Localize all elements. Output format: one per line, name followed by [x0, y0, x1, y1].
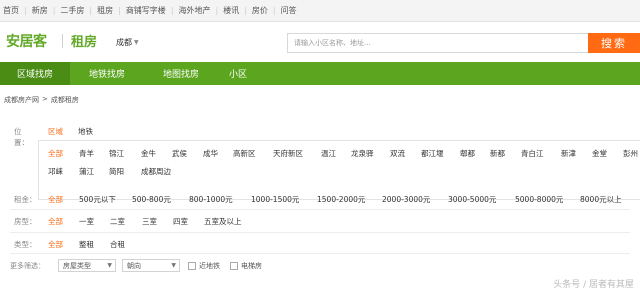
checkbox-icon: [188, 262, 196, 270]
district-xinjin[interactable]: 新津: [561, 148, 576, 159]
room-three[interactable]: 三室: [142, 216, 157, 227]
rent-price-row: 租金： 全部 500元以下 500-800元 800-1000元 1000-15…: [0, 192, 640, 206]
topnav-news[interactable]: 楼讯: [223, 5, 239, 16]
search-box: [287, 33, 589, 53]
house-type-value: 房屋类型: [63, 261, 91, 270]
divider: [10, 209, 630, 210]
topnav-rent[interactable]: 租房: [97, 5, 113, 16]
district-qingbaijiang[interactable]: 青白江: [521, 148, 544, 159]
site-header: 安居客 租房 成都 ▼ 搜索: [0, 22, 640, 60]
menu-item-community[interactable]: 小区: [218, 62, 258, 85]
elevator-label: 电梯房: [241, 262, 262, 270]
chevron-down-icon: ▼: [107, 262, 112, 269]
room-type-label: 房型：: [14, 216, 37, 226]
top-nav: 首页 | 新房 | 二手房 | 租房 | 商铺写字楼 | 海外地产 | 楼讯 | 房价 | 问答: [0, 0, 640, 22]
rent-500-800[interactable]: 500-800元: [132, 194, 171, 205]
room-two[interactable]: 二室: [110, 216, 125, 227]
more-filters-row: 更多筛选： 房屋类型 ▼ 朝向 ▼ 近地铁 电梯房: [0, 258, 640, 276]
district-wuhou[interactable]: 武侯: [172, 148, 187, 159]
topnav-second-hand[interactable]: 二手房: [60, 5, 84, 16]
menu-item-subway[interactable]: 地铁找房: [70, 62, 144, 85]
divider: [10, 232, 630, 233]
district-jianyang[interactable]: 简阳: [109, 166, 124, 177]
elevator-checkbox[interactable]: 电梯房: [230, 261, 262, 271]
rent-over-8000[interactable]: 8000元以上: [580, 194, 622, 205]
district-xindu[interactable]: 新都: [490, 148, 505, 159]
room-five-plus[interactable]: 五室及以上: [204, 216, 242, 227]
menu-item-map[interactable]: 地图找房: [144, 62, 218, 85]
near-subway-checkbox[interactable]: 近地铁: [188, 261, 220, 271]
district-chenghua[interactable]: 成华: [203, 148, 218, 159]
rentway-shared[interactable]: 合租: [110, 239, 125, 250]
topnav-commercial[interactable]: 商铺写字楼: [126, 5, 166, 16]
divider: [10, 253, 630, 254]
rentway-all[interactable]: 全部: [48, 239, 63, 250]
topnav-overseas[interactable]: 海外地产: [179, 5, 211, 16]
rentway-whole[interactable]: 整租: [79, 239, 94, 250]
rent-under-500[interactable]: 500元以下: [79, 194, 116, 205]
district-shuangliu[interactable]: 双流: [390, 148, 405, 159]
search-button[interactable]: 搜索: [588, 33, 640, 53]
channel-title: 租房: [71, 35, 98, 50]
breadcrumb: 成都房产网 > 成都租房: [4, 95, 79, 105]
topnav-price[interactable]: 房价: [252, 5, 268, 16]
district-qionglai[interactable]: 邛崃: [48, 166, 63, 177]
near-subway-label: 近地铁: [199, 262, 220, 270]
district-qingyang[interactable]: 青羊: [79, 148, 94, 159]
house-type-select[interactable]: 房屋类型 ▼: [58, 259, 116, 272]
room-one[interactable]: 一室: [79, 216, 94, 227]
district-longquanyi[interactable]: 龙泉驿: [351, 148, 374, 159]
room-all[interactable]: 全部: [48, 216, 63, 227]
position-label: 位置：: [14, 127, 29, 147]
breadcrumb-current[interactable]: 成都租房: [51, 95, 79, 105]
district-options: 全部 青羊 锦江 金牛 武侯 成华 高新区 天府新区 温江 龙泉驿 双流 都江堰…: [38, 140, 640, 200]
orientation-select[interactable]: 朝向 ▼: [122, 259, 180, 272]
district-jinjiang[interactable]: 锦江: [109, 148, 124, 159]
watermark: 头条号 / 居者有其屋: [553, 280, 634, 290]
city-label: 成都: [116, 38, 132, 47]
rent-5000-8000[interactable]: 5000-8000元: [515, 194, 563, 205]
district-dujiangyan[interactable]: 都江堰: [421, 148, 444, 159]
rent-2000-3000[interactable]: 2000-3000元: [382, 194, 430, 205]
rent-1500-2000[interactable]: 1500-2000元: [317, 194, 365, 205]
district-tianfu[interactable]: 天府新区: [273, 148, 303, 159]
district-gaoxin[interactable]: 高新区: [233, 148, 256, 159]
rent-all[interactable]: 全部: [48, 194, 63, 205]
search-input[interactable]: [294, 39, 589, 47]
logo-divider: [62, 34, 63, 48]
city-selector[interactable]: 成都 ▼: [116, 37, 139, 48]
main-menu: 区域找房 地铁找房 地图找房 小区: [0, 62, 640, 85]
orientation-value: 朝向: [127, 261, 141, 270]
district-surrounding[interactable]: 成都周边: [141, 166, 171, 177]
district-pujiang[interactable]: 蒲江: [79, 166, 94, 177]
checkbox-icon: [230, 262, 238, 270]
district-wenjiang[interactable]: 温江: [321, 148, 336, 159]
rent-1000-1500[interactable]: 1000-1500元: [251, 194, 299, 205]
topnav-qa[interactable]: 问答: [281, 5, 297, 16]
district-pengzhou[interactable]: 彭州: [623, 148, 638, 159]
tab-subway[interactable]: 地铁: [78, 126, 93, 137]
more-filters-label: 更多筛选：: [10, 262, 45, 270]
topnav-home[interactable]: 首页: [3, 5, 19, 16]
room-type-row: 房型： 全部 一室 二室 三室 四室 五室及以上: [0, 214, 640, 228]
rent-800-1000[interactable]: 800-1000元: [189, 194, 233, 205]
district-all[interactable]: 全部: [48, 148, 63, 159]
menu-item-area[interactable]: 区域找房: [0, 62, 70, 85]
breadcrumb-home[interactable]: 成都房产网: [4, 95, 39, 105]
rent-way-row: 类型： 全部 整租 合租: [0, 237, 640, 251]
breadcrumb-separator: >: [42, 95, 48, 103]
room-four[interactable]: 四室: [173, 216, 188, 227]
site-logo[interactable]: 安居客: [6, 31, 47, 51]
rent-label: 租金：: [14, 194, 37, 204]
chevron-down-icon: ▼: [134, 39, 139, 46]
district-pidu[interactable]: 郫都: [460, 148, 475, 159]
district-jintang[interactable]: 金堂: [592, 148, 607, 159]
chevron-down-icon: ▼: [171, 262, 176, 269]
district-jinniu[interactable]: 金牛: [141, 148, 156, 159]
tab-district[interactable]: 区域: [48, 126, 63, 137]
topnav-new-house[interactable]: 新房: [32, 5, 48, 16]
rent-way-label: 类型：: [14, 239, 37, 249]
rent-3000-5000[interactable]: 3000-5000元: [448, 194, 496, 205]
